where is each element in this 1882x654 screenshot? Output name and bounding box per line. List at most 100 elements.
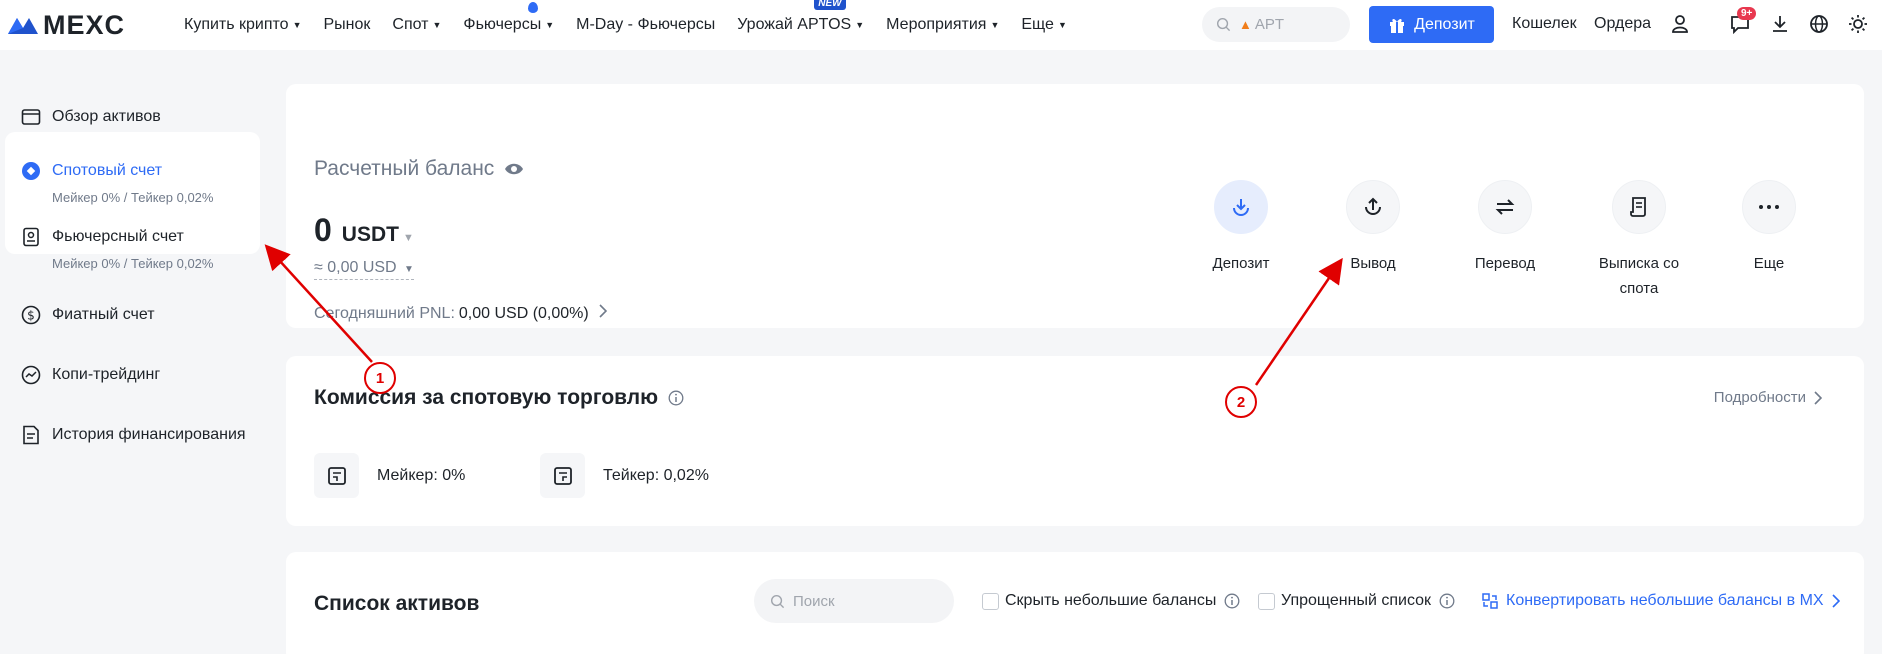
convert-label: Конвертировать небольшие балансы в MX bbox=[1506, 592, 1824, 609]
sidebar-item-copy-trading[interactable]: Копи-трейдинг bbox=[0, 364, 260, 386]
info-icon[interactable] bbox=[1439, 593, 1455, 609]
mexc-logo-icon bbox=[8, 18, 38, 34]
orders-link[interactable]: Ордера bbox=[1594, 15, 1651, 33]
nav-aptos-harvest[interactable]: NEW Урожай APTOS ▼ bbox=[737, 0, 865, 34]
sidebar-item-fees: Мейкер 0% / Тейкер 0,02% bbox=[52, 256, 214, 271]
nav-futures[interactable]: Фьючерсы ▼ bbox=[463, 2, 555, 34]
notification-icon[interactable]: 9+ bbox=[1728, 7, 1757, 36]
download-icon[interactable] bbox=[1768, 12, 1792, 36]
theme-sun-icon[interactable] bbox=[1846, 12, 1870, 36]
action-spot-statement[interactable]: Выписка со спота bbox=[1572, 180, 1706, 301]
balance-currency: USDT bbox=[341, 223, 399, 246]
futures-account-icon bbox=[20, 226, 42, 248]
maker-fee-text: Мейкер: 0% bbox=[377, 466, 466, 484]
action-label: Выписка со спота bbox=[1598, 255, 1680, 297]
nav-buy-crypto[interactable]: Купить крипто ▼ bbox=[184, 16, 302, 34]
main-nav: Купить крипто ▼ Рынок Спот ▼ Фьючерсы ▼ M-D… bbox=[184, 0, 1089, 34]
info-icon[interactable] bbox=[1224, 593, 1240, 609]
dollar-icon: $ bbox=[20, 304, 42, 326]
hide-small-balances-checkbox[interactable]: Скрыть небольшие балансы bbox=[982, 592, 1240, 610]
sidebar-item-fiat-account[interactable]: $ Фиатный счет bbox=[0, 304, 260, 326]
caret-down-icon: ▼ bbox=[990, 20, 1000, 30]
header-search-placeholder: APT bbox=[1254, 16, 1285, 33]
sidebar-item-funding-history[interactable]: История финансирования bbox=[0, 424, 260, 446]
convert-icon bbox=[1482, 593, 1498, 609]
checkbox[interactable] bbox=[1258, 592, 1275, 610]
nav-label: Фьючерсы bbox=[463, 16, 542, 33]
action-label: Еще bbox=[1753, 255, 1785, 272]
nav-spot[interactable]: Спот ▼ bbox=[392, 16, 441, 34]
eye-icon[interactable] bbox=[504, 162, 524, 176]
statement-icon bbox=[1612, 180, 1666, 234]
checkbox-label: Упрощенный список bbox=[1281, 592, 1432, 609]
drop-icon bbox=[528, 2, 539, 13]
sidebar-item-title: Спотовый счет bbox=[52, 162, 163, 179]
caret-down-icon: ▼ bbox=[292, 20, 302, 30]
header-deposit-button[interactable]: Депозит bbox=[1369, 6, 1494, 43]
simplified-list-checkbox[interactable]: Упрощенный список bbox=[1258, 592, 1455, 610]
top-header: MEXC Купить крипто ▼ Рынок Спот ▼ Фьючерсы… bbox=[0, 0, 1882, 50]
more-icon bbox=[1742, 180, 1796, 234]
sidebar-item-title: Фиатный счет bbox=[52, 306, 155, 323]
balance-usd[interactable]: ≈ 0,00 USD ▼ bbox=[314, 259, 414, 280]
asset-search[interactable] bbox=[754, 579, 954, 623]
annotation-marker-2: 2 bbox=[1225, 386, 1257, 418]
asset-search-input[interactable] bbox=[793, 592, 933, 610]
today-pnl[interactable]: Сегодняшний PNL: 0,00 USD (0,00%) bbox=[314, 304, 607, 323]
info-icon[interactable] bbox=[668, 390, 684, 406]
header-search[interactable]: ▲ APT bbox=[1202, 7, 1350, 42]
user-icon[interactable] bbox=[1668, 12, 1692, 36]
balance-label-text: Расчетный баланс bbox=[314, 157, 495, 180]
nav-mday-futures[interactable]: M-Day - Фьючерсы bbox=[576, 16, 715, 34]
sidebar-item-futures-account[interactable]: Фьючерсный счет Мейкер 0% / Тейкер 0,02% bbox=[0, 226, 260, 271]
balance-amount: 0 bbox=[314, 212, 332, 248]
action-label: Вывод bbox=[1350, 255, 1396, 272]
maker-icon bbox=[314, 453, 359, 498]
globe-icon[interactable] bbox=[1807, 12, 1831, 36]
convert-small-balances-link[interactable]: Конвертировать небольшие балансы в MX bbox=[1482, 592, 1840, 610]
sidebar-item-fees: Мейкер 0% / Тейкер 0,02% bbox=[52, 190, 214, 205]
action-label: Депозит bbox=[1212, 255, 1270, 272]
wallet-icon bbox=[20, 106, 42, 128]
logo-text: MEXC bbox=[43, 9, 126, 40]
caret-down-icon: ▼ bbox=[432, 20, 442, 30]
action-deposit[interactable]: Депозит bbox=[1176, 180, 1306, 276]
balance-currency-select[interactable]: USDT ▼ bbox=[342, 223, 414, 247]
nav-market[interactable]: Рынок bbox=[324, 16, 371, 34]
caret-down-icon: ▼ bbox=[545, 20, 555, 30]
sidebar-item-title: История финансирования bbox=[52, 426, 246, 443]
chevron-right-icon bbox=[1832, 594, 1840, 608]
action-transfer[interactable]: Перевод bbox=[1440, 180, 1570, 276]
action-withdraw[interactable]: Вывод bbox=[1308, 180, 1438, 276]
nav-label: Еще bbox=[1021, 16, 1054, 33]
transfer-icon bbox=[1478, 180, 1532, 234]
balance-card: Расчетный баланс 0 USDT ▼ ≈ 0,00 USD ▼ Се… bbox=[286, 84, 1864, 328]
caret-down-icon: ▼ bbox=[402, 232, 414, 244]
search-icon bbox=[1216, 17, 1231, 32]
nav-label: M-Day - Фьючерсы bbox=[576, 16, 716, 33]
maker-fee: Мейкер: 0% bbox=[314, 453, 465, 498]
mexc-logo[interactable]: MEXC bbox=[6, 10, 164, 41]
checkbox-label: Скрыть небольшие балансы bbox=[1005, 592, 1217, 609]
details-label: Подробности bbox=[1713, 389, 1806, 406]
checkbox[interactable] bbox=[982, 592, 999, 610]
pnl-value: 0,00 USD (0,00%) bbox=[458, 304, 589, 322]
wallet-link[interactable]: Кошелек bbox=[1512, 15, 1577, 33]
copy-trading-icon bbox=[20, 364, 42, 386]
nav-events[interactable]: Мероприятия ▼ bbox=[886, 16, 999, 34]
svg-text:$: $ bbox=[27, 309, 35, 323]
gift-icon bbox=[1390, 18, 1405, 33]
nav-more[interactable]: Еще ▼ bbox=[1021, 16, 1066, 34]
action-more[interactable]: Еще bbox=[1704, 180, 1834, 276]
asset-list-title: Список активов bbox=[314, 592, 480, 615]
caret-down-icon: ▼ bbox=[855, 20, 865, 30]
sidebar-item-title: Фьючерсный счет bbox=[52, 228, 184, 245]
sidebar-item-assets-overview[interactable]: Обзор активов bbox=[0, 106, 260, 128]
fire-icon: ▲ bbox=[1239, 17, 1252, 32]
caret-down-icon: ▼ bbox=[404, 264, 414, 275]
fees-details-link[interactable]: Подробности bbox=[1714, 389, 1822, 406]
new-badge: NEW bbox=[814, 0, 846, 10]
action-label: Перевод bbox=[1474, 255, 1536, 272]
nav-label: Рынок bbox=[323, 16, 371, 33]
spot-fees-card: Комиссия за спотовую торговлю Подробност… bbox=[286, 356, 1864, 526]
